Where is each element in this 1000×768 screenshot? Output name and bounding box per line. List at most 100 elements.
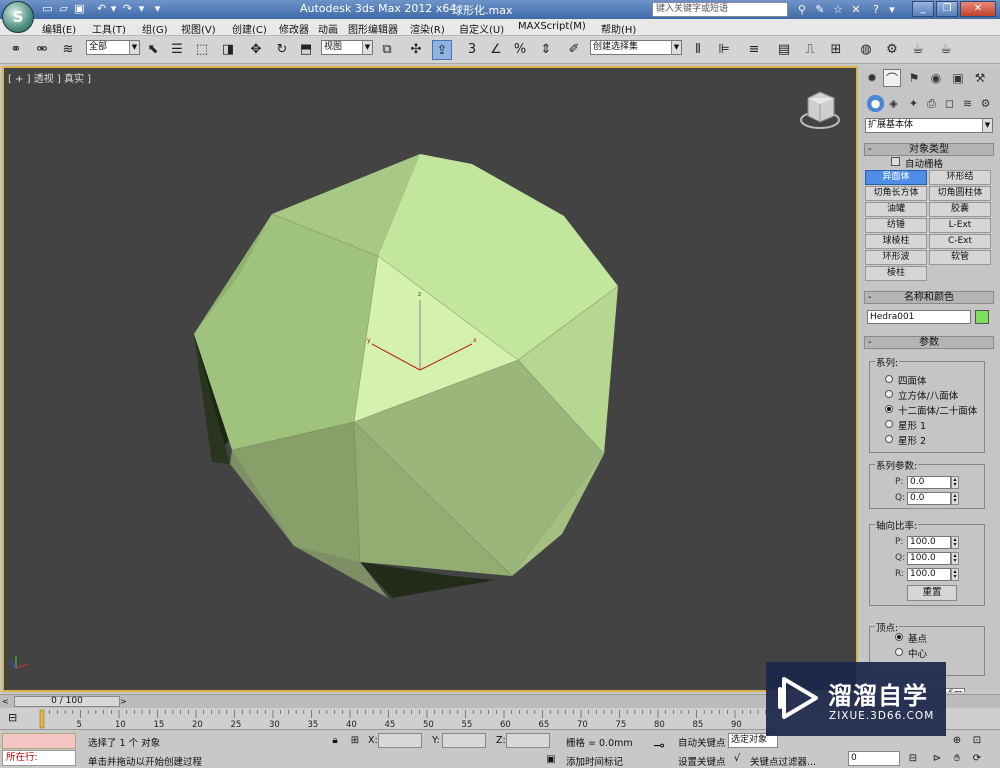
percent-snap-icon[interactable]: %: [510, 40, 530, 60]
btn-capsule[interactable]: 胶囊: [929, 202, 991, 217]
btn-l-ext[interactable]: L-Ext: [929, 218, 991, 233]
set-key-icon[interactable]: ⊸: [648, 739, 670, 753]
graphite-tools-icon[interactable]: ▤: [774, 40, 794, 60]
category-select[interactable]: 扩展基本体 ▼: [865, 118, 993, 133]
layer-manager-icon[interactable]: ≡: [744, 40, 764, 60]
p-scale-arrows[interactable]: ▴ ▾: [951, 536, 959, 549]
object-color-swatch[interactable]: [975, 310, 989, 324]
radio-star1[interactable]: [885, 420, 893, 428]
selection-filter-select[interactable]: 全部 ▼: [86, 40, 140, 55]
menu-tools[interactable]: 工具(T): [92, 21, 126, 36]
autogrid-checkbox[interactable]: [891, 157, 900, 166]
minimize-button[interactable]: _: [912, 1, 934, 17]
set-key-button[interactable]: 设置关键点: [678, 754, 726, 768]
close-small-icon[interactable]: ✕: [848, 2, 864, 17]
q-spinner-arrows[interactable]: ▴ ▾: [951, 492, 959, 505]
perspective-viewport[interactable]: z x y [ + ] 透视 ] 真实 ]: [2, 66, 858, 692]
curve-editor-icon[interactable]: ⎍: [800, 40, 820, 60]
window-close-button[interactable]: ✕: [960, 1, 996, 17]
shapes-icon[interactable]: ◈: [885, 95, 902, 112]
btn-c-ext[interactable]: C-Ext: [929, 234, 991, 249]
key-filter-icon[interactable]: √: [730, 752, 744, 766]
p-spinner-arrows[interactable]: ▴ ▾: [951, 476, 959, 489]
menu-customize[interactable]: 自定义(U): [459, 21, 504, 36]
menu-create[interactable]: 创建(C): [232, 21, 267, 36]
lights-icon[interactable]: ✦: [905, 95, 922, 112]
next-frame-icon[interactable]: >: [120, 696, 130, 707]
zoom-icon[interactable]: ⊕: [950, 734, 964, 748]
time-tag-icon[interactable]: ▣: [544, 753, 558, 767]
radio-tetra[interactable]: [885, 375, 893, 383]
btn-prism[interactable]: 棱柱: [865, 266, 927, 281]
p-scale-spinner[interactable]: 100.0: [907, 536, 951, 549]
add-time-tag[interactable]: 添加时间标记: [566, 754, 623, 768]
btn-spindle[interactable]: 纺锤: [865, 218, 927, 233]
render-production-icon[interactable]: ☕: [936, 40, 956, 60]
keyboard-shortcut-override-icon[interactable]: ⇪: [432, 40, 452, 60]
save-icon[interactable]: ▣: [72, 2, 87, 16]
name-color-rollout[interactable]: - 名称和颜色: [864, 291, 994, 304]
open-icon[interactable]: ▱: [56, 2, 71, 16]
orbit-icon[interactable]: ⟳: [970, 752, 984, 766]
menu-maxscript[interactable]: MAXScript(M): [518, 21, 586, 32]
maximize-button[interactable]: ❐: [936, 1, 958, 17]
window-crossing-icon[interactable]: ◨: [218, 40, 238, 60]
time-config-icon[interactable]: ⊟: [906, 752, 920, 766]
r-scale-spinner[interactable]: 100.0: [907, 568, 951, 581]
time-cursor[interactable]: [39, 709, 45, 729]
redo-dropdown-icon[interactable]: ▾: [134, 2, 149, 16]
p-spinner[interactable]: 0.0: [907, 476, 951, 489]
motion-tab-icon[interactable]: ◉: [927, 69, 945, 87]
undo-dropdown-icon[interactable]: ▾: [106, 2, 121, 16]
current-frame-field[interactable]: 0: [848, 751, 900, 766]
mirror-icon[interactable]: ⫴: [688, 40, 708, 60]
q-scale-spinner[interactable]: 100.0: [907, 552, 951, 565]
spacewarps-icon[interactable]: ≋: [959, 95, 976, 112]
object-name-input[interactable]: Hedra001: [867, 310, 971, 324]
radius-spinner[interactable]: 6m: [945, 688, 965, 692]
radio-dodec-icos[interactable]: [885, 405, 893, 413]
rotate-icon[interactable]: ↻: [272, 40, 292, 60]
z-coord-field[interactable]: [506, 733, 550, 748]
unlink-icon[interactable]: ⚮: [32, 40, 52, 60]
auto-key-button[interactable]: 自动关键点: [678, 735, 726, 749]
btn-hose[interactable]: 软管: [929, 250, 991, 265]
reset-button[interactable]: 重置: [907, 585, 957, 601]
btn-gengon[interactable]: 球棱柱: [865, 234, 927, 249]
menu-graph-editors[interactable]: 图形编辑器: [348, 21, 398, 36]
viewcube[interactable]: [800, 91, 840, 129]
pan-icon[interactable]: ✋︎: [950, 752, 964, 766]
maxscript-prompt[interactable]: 所在行:: [2, 750, 76, 766]
spinner-snap-icon[interactable]: ⇕: [536, 40, 556, 60]
modify-tab-icon[interactable]: ⌒: [883, 69, 901, 87]
star-icon[interactable]: ☆: [830, 2, 846, 17]
r-scale-arrows[interactable]: ▴ ▾: [951, 568, 959, 581]
y-coord-field[interactable]: [442, 733, 486, 748]
btn-hedra[interactable]: 异面体: [865, 170, 927, 185]
reference-coord-select[interactable]: 视图 ▼: [321, 40, 373, 55]
schematic-view-icon[interactable]: ⊞: [826, 40, 846, 60]
menu-edit[interactable]: 编辑(E): [42, 21, 76, 36]
select-object-icon[interactable]: ⬉: [143, 40, 163, 60]
render-setup-icon[interactable]: ⚙: [882, 40, 902, 60]
new-icon[interactable]: ▭: [40, 2, 55, 16]
lock-icon[interactable]: 🔒︎: [328, 734, 342, 748]
field-of-view-icon[interactable]: ⊳: [930, 752, 944, 766]
align-icon[interactable]: ⊫: [714, 40, 734, 60]
viewport-label[interactable]: [ + ] 透视 ] 真实 ]: [8, 70, 91, 85]
menu-modifiers[interactable]: 修改器: [279, 21, 309, 36]
app-logo-button[interactable]: S: [2, 1, 34, 33]
btn-chamfer-cyl[interactable]: 切角圆柱体: [929, 186, 991, 201]
rendered-frame-icon[interactable]: ☕: [908, 40, 928, 60]
utilities-tab-icon[interactable]: ⚒: [971, 69, 989, 87]
track-ruler[interactable]: 5 10 15 20 25 30 35 40 45 50 55 60 65 70 75 80 85 90: [36, 708, 796, 730]
scale-icon[interactable]: ⬒: [296, 40, 316, 60]
geometry-icon[interactable]: ●: [867, 95, 884, 112]
q-scale-arrows[interactable]: ▴ ▾: [951, 552, 959, 565]
rectangular-selection-icon[interactable]: ⬚: [192, 40, 212, 60]
menu-rendering[interactable]: 渲染(R): [410, 21, 445, 36]
material-editor-icon[interactable]: ◍: [856, 40, 876, 60]
search-input[interactable]: 键入关键字或短语: [652, 2, 788, 17]
help-dropdown-icon[interactable]: ▾: [884, 2, 900, 17]
object-type-rollout[interactable]: - 对象类型: [864, 143, 994, 156]
